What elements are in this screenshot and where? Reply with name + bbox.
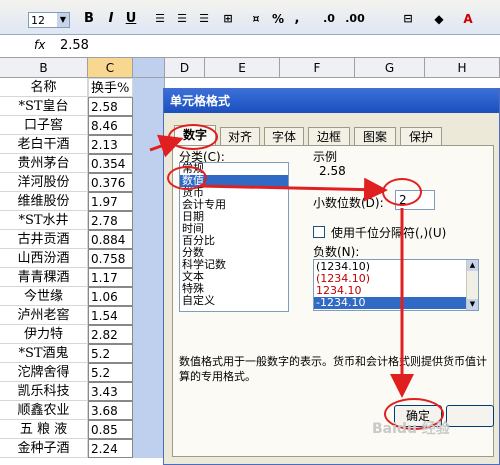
annotation-arrow-decimal xyxy=(199,177,388,202)
annotation-circle-tab xyxy=(168,124,218,150)
annotation-circle-decimal xyxy=(382,178,422,206)
annotation-circle-category xyxy=(167,166,207,190)
annotation-overlay xyxy=(149,134,414,398)
watermark: Baidu 经验 xyxy=(372,421,450,437)
